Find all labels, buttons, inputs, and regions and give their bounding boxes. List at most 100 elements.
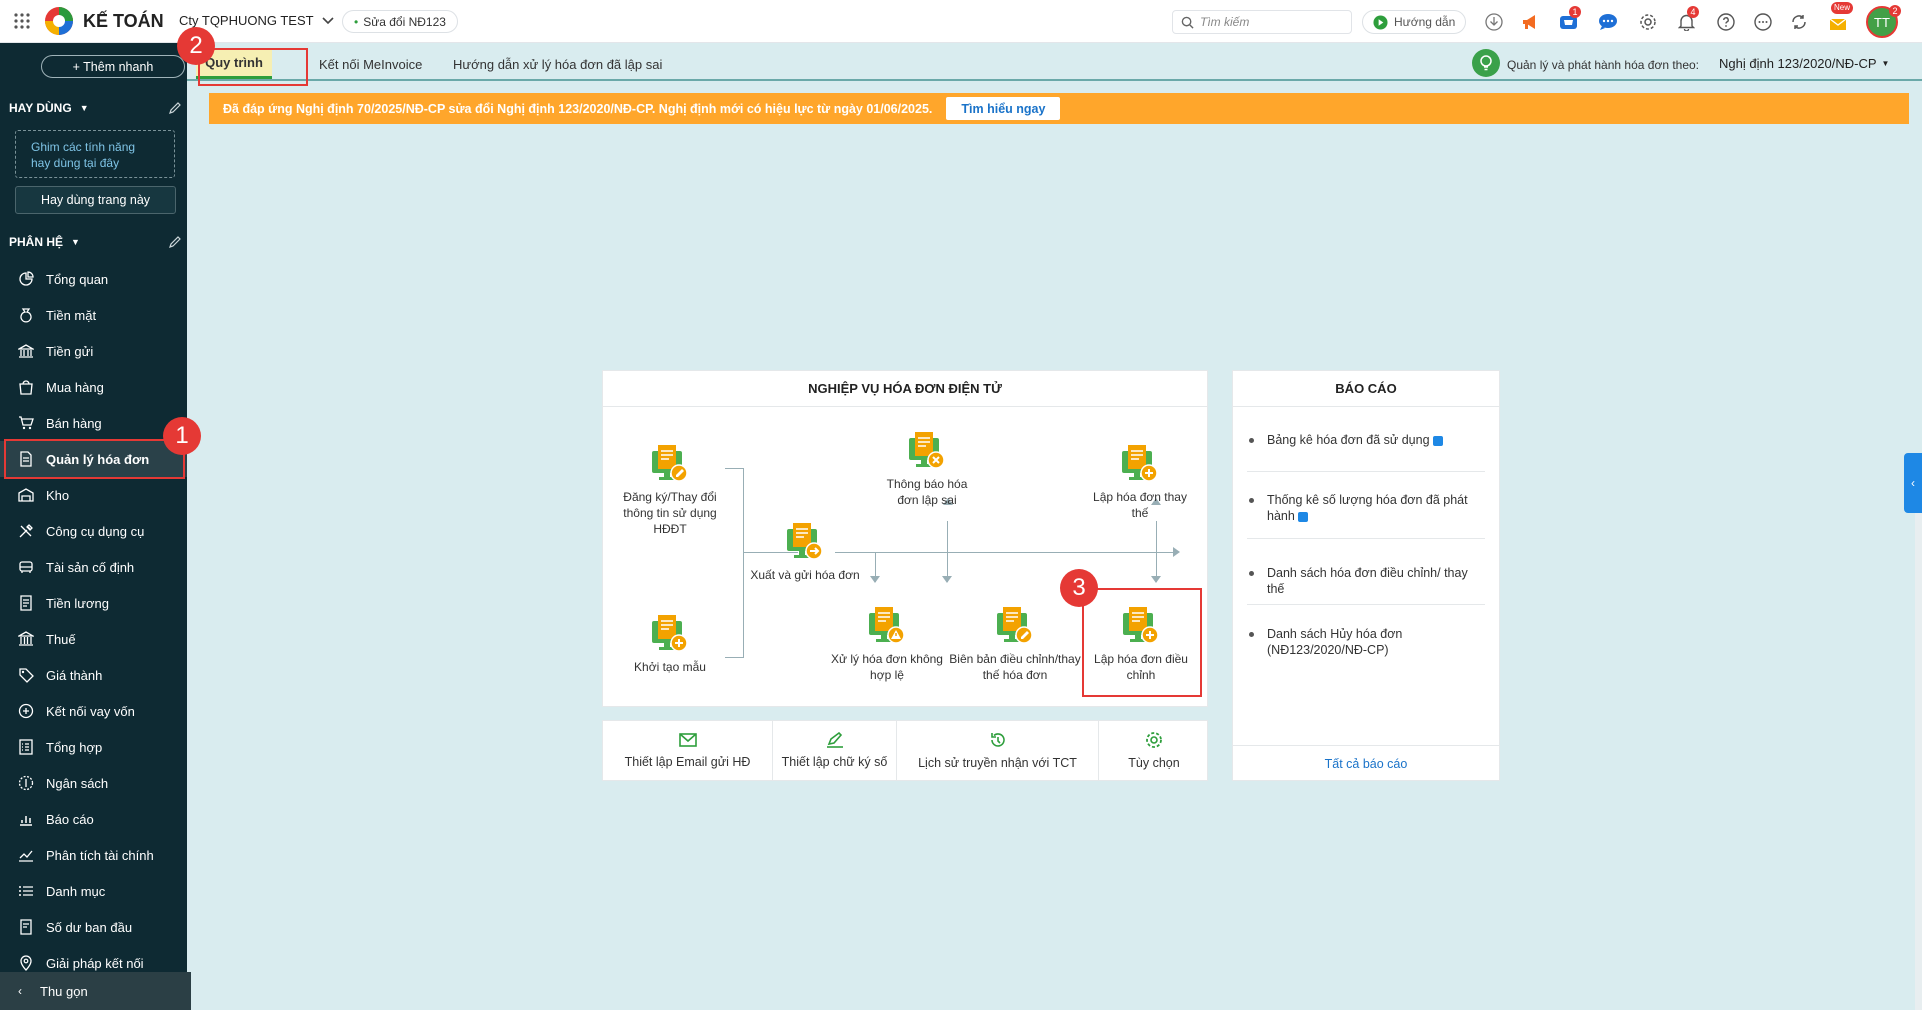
tax-icon xyxy=(16,629,36,649)
side-panel-toggle[interactable]: ‹ xyxy=(1904,453,1922,513)
play-icon xyxy=(1373,14,1388,30)
sidebar-item[interactable]: Bán hàng xyxy=(0,405,187,441)
edit-favorites-icon[interactable] xyxy=(168,101,182,118)
sidebar-item[interactable]: Công cụ dụng cụ xyxy=(0,513,187,549)
chat-icon[interactable] xyxy=(1597,11,1619,33)
node-issue[interactable]: Xuất và gửi hóa đơn xyxy=(740,521,870,583)
sidebar-item[interactable]: Danh mục xyxy=(0,873,187,909)
invoice-doc-icon xyxy=(995,605,1035,645)
regulation-select[interactable]: Nghị định 123/2020/NĐ-CP ▼ xyxy=(1719,56,1889,71)
dashboard-icon xyxy=(16,269,36,289)
sidebar-item[interactable]: Thuế xyxy=(0,621,187,657)
arrow-head-icon xyxy=(1151,576,1161,583)
reports-title: BÁO CÁO xyxy=(1233,371,1499,407)
report-item[interactable]: Bảng kê hóa đơn đã sử dụng xyxy=(1247,432,1485,448)
scrollbar-track[interactable] xyxy=(1915,513,1922,1010)
edit-chip[interactable]: • Sửa đổi NĐ123 xyxy=(342,10,458,33)
actions-card: Thiết lập Email gửi HĐ Thiết lập chữ ký … xyxy=(602,720,1208,781)
step-marker: 1 xyxy=(163,417,201,455)
gear-icon xyxy=(1145,731,1163,752)
invoice-doc-icon xyxy=(867,605,907,645)
edit-modules-icon[interactable] xyxy=(168,235,182,252)
sidebar-item[interactable]: Mua hàng xyxy=(0,369,187,405)
app-grid-icon[interactable] xyxy=(14,13,30,29)
action-signature-setup[interactable]: Thiết lập chữ ký số xyxy=(773,721,897,780)
more-icon[interactable] xyxy=(1752,11,1774,33)
learn-more-button[interactable]: Tìm hiểu ngay xyxy=(946,97,1061,120)
sidebar-item[interactable]: Tổng quan xyxy=(0,261,187,297)
sidebar-item-label: Giải pháp kết nối xyxy=(46,955,144,971)
report-label: Thống kê số lượng hóa đơn đã phát hành xyxy=(1267,493,1468,523)
tab-error-guide[interactable]: Hướng dẫn xử lý hóa đơn đã lập sai xyxy=(453,57,662,72)
quick-add-button[interactable]: + Thêm nhanh xyxy=(41,55,185,78)
help-icon[interactable] xyxy=(1715,11,1737,33)
action-email-setup[interactable]: Thiết lập Email gửi HĐ xyxy=(603,721,773,780)
action-history[interactable]: Lịch sử truyền nhận với TCT xyxy=(897,721,1099,780)
node-minutes[interactable]: Biên bản điều chỉnh/thay thế hóa đơn xyxy=(941,605,1089,683)
edit-chip-label: Sửa đổi NĐ123 xyxy=(363,14,446,29)
caret-down-icon: ▼ xyxy=(71,237,80,247)
sidebar-item[interactable]: Kết nối vay vốn xyxy=(0,693,187,729)
shopping-bag-icon xyxy=(16,377,36,397)
avatar-initials: TT xyxy=(1874,14,1890,30)
balance-icon xyxy=(16,917,36,937)
bell-icon[interactable]: 4 xyxy=(1675,6,1699,33)
node-invalid[interactable]: Xử lý hóa đơn không hợp lệ xyxy=(831,605,943,683)
sidebar-item[interactable]: Báo cáo xyxy=(0,801,187,837)
node-register[interactable]: Đăng ký/Thay đổi thông tin sử dụng HĐĐT xyxy=(615,443,725,537)
gear-icon[interactable] xyxy=(1637,11,1659,33)
modules-header[interactable]: PHÂN HỆ ▼ xyxy=(9,235,80,249)
pin-hint-box: Ghim các tính năng hay dùng tại đây xyxy=(15,130,175,178)
action-options[interactable]: Tùy chọn xyxy=(1099,721,1209,780)
sidebar-item[interactable]: Tiền lương xyxy=(0,585,187,621)
collapse-button[interactable]: ‹ Thu gọn xyxy=(0,972,191,1010)
favorite-page-label: Hay dùng trang này xyxy=(40,193,151,207)
quick-add-label: + Thêm nhanh xyxy=(72,59,154,74)
tab-meinvoice[interactable]: Kết nối MeInvoice xyxy=(319,57,422,72)
download-icon[interactable] xyxy=(1483,11,1505,33)
cart-notice-icon[interactable]: 1 xyxy=(1557,6,1581,33)
report-item[interactable]: Thống kê số lượng hóa đơn đã phát hành xyxy=(1247,492,1485,524)
sidebar-item[interactable]: Tài sản cố định xyxy=(0,549,187,585)
dot-icon: • xyxy=(354,14,359,29)
sidebar-item[interactable]: Phân tích tài chính xyxy=(0,837,187,873)
sidebar-item[interactable]: Số dư ban đầu xyxy=(0,909,187,945)
logo-icon xyxy=(45,7,73,35)
guide-button[interactable]: Hướng dẫn xyxy=(1362,10,1467,34)
report-label: Danh sách Hủy hóa đơn (NĐ123/2020/NĐ-CP) xyxy=(1267,627,1403,657)
sidebar-item-label: Công cụ dụng cụ xyxy=(46,523,145,539)
connector-line xyxy=(725,657,743,658)
sidebar-item[interactable]: Kho xyxy=(0,477,187,513)
app-logo[interactable]: KẾ TOÁN xyxy=(44,6,164,36)
process-title: NGHIỆP VỤ HÓA ĐƠN ĐIỆN TỬ xyxy=(603,371,1207,407)
sidebar-item[interactable]: Tiền mặt xyxy=(0,297,187,333)
favorite-page-button[interactable]: Hay dùng trang này xyxy=(15,186,176,214)
sidebar-item-label: Tiền mặt xyxy=(46,307,97,323)
summary-icon xyxy=(16,737,36,757)
search-input[interactable]: Tìm kiếm xyxy=(1172,10,1352,34)
sync-icon[interactable] xyxy=(1788,11,1810,33)
megaphone-icon[interactable] xyxy=(1520,11,1542,33)
cash-bag-icon xyxy=(16,305,36,325)
company-selector[interactable]: Cty TQPHUONG TEST xyxy=(179,13,334,28)
highlight-box-adjust xyxy=(1082,588,1202,697)
caret-down-icon: ▼ xyxy=(1881,59,1890,68)
report-label: Bảng kê hóa đơn đã sử dụng xyxy=(1267,433,1430,447)
all-reports-link[interactable]: Tất cả báo cáo xyxy=(1233,745,1499,782)
bank-icon xyxy=(16,341,36,361)
node-label: Thông báo hóa đơn lập sai xyxy=(886,477,968,507)
node-error-notice[interactable]: Thông báo hóa đơn lập sai xyxy=(877,430,977,508)
sidebar-item[interactable]: Ngân sách xyxy=(0,765,187,801)
sidebar-item[interactable]: Giá thành xyxy=(0,657,187,693)
avatar[interactable]: TT 2 xyxy=(1866,5,1901,38)
sidebar-item[interactable]: Tiền gửi xyxy=(0,333,187,369)
node-replace[interactable]: Lập hóa đơn thay thế xyxy=(1085,443,1195,521)
node-label: Lập hóa đơn thay thế xyxy=(1093,490,1187,520)
favorites-header[interactable]: HAY DÙNG ▼ xyxy=(9,101,89,115)
sidebar-item[interactable]: Tổng hợp xyxy=(0,729,187,765)
report-item[interactable]: Danh sách hóa đơn điều chỉnh/ thay thế xyxy=(1247,565,1485,597)
node-template[interactable]: Khởi tạo mẫu xyxy=(615,613,725,675)
gift-mail-icon[interactable]: New xyxy=(1827,2,1854,33)
report-item[interactable]: Danh sách Hủy hóa đơn (NĐ123/2020/NĐ-CP) xyxy=(1247,626,1485,658)
arrow-head-icon xyxy=(1173,547,1180,557)
